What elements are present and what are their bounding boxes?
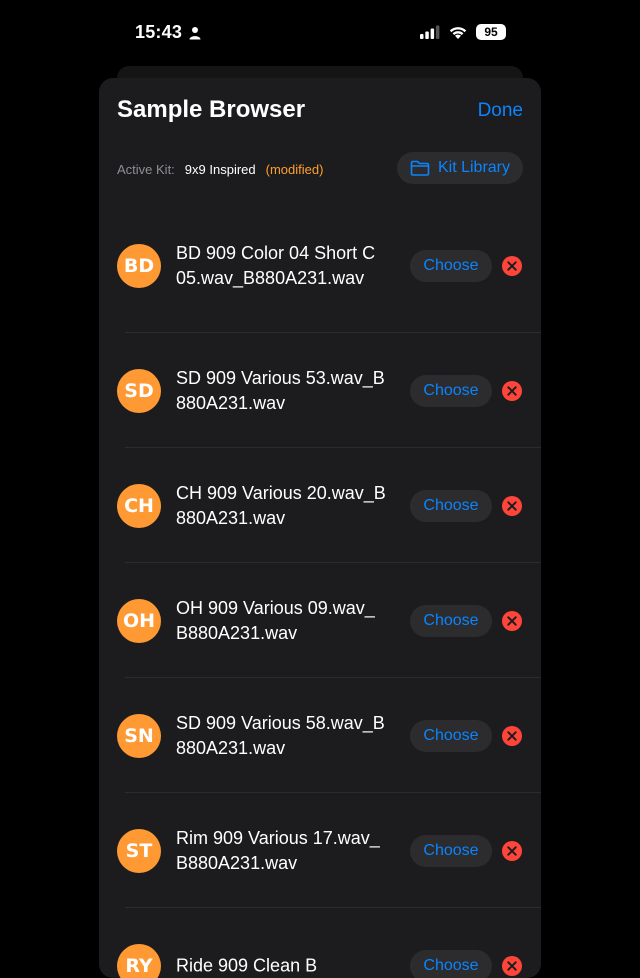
- kit-library-button[interactable]: Kit Library: [397, 152, 523, 184]
- active-kit-row: Active Kit: 9x9 Inspired (modified) Kit …: [117, 152, 523, 186]
- active-kit-name: 9x9 Inspired: [185, 162, 256, 177]
- sample-avatar: BD: [117, 244, 161, 288]
- sample-name: BD 909 Color 04 Short C 05.wav_B880A231.…: [176, 241, 386, 291]
- sample-name: Rim 909 Various 17.wav_B880A231.wav: [176, 826, 386, 876]
- person-icon: [188, 26, 202, 40]
- remove-icon[interactable]: [502, 381, 522, 401]
- choose-button[interactable]: Choose: [410, 605, 492, 637]
- choose-button[interactable]: Choose: [410, 835, 492, 867]
- choose-button[interactable]: Choose: [410, 490, 492, 522]
- remove-icon[interactable]: [502, 841, 522, 861]
- wifi-icon: [448, 25, 468, 40]
- sample-avatar: ST: [117, 829, 161, 873]
- page-title: Sample Browser: [117, 96, 305, 124]
- battery-level: 95: [484, 25, 497, 39]
- battery-indicator: 95: [476, 24, 506, 40]
- status-indicators: 95: [420, 24, 506, 40]
- active-kit-label: Active Kit:: [117, 162, 175, 177]
- modified-badge: (modified): [266, 162, 324, 177]
- sample-avatar: OH: [117, 599, 161, 643]
- list-item: BD BD 909 Color 04 Short C 05.wav_B880A2…: [99, 198, 541, 333]
- remove-icon[interactable]: [502, 956, 522, 976]
- sample-browser-sheet: Sample Browser Done Active Kit: 9x9 Insp…: [99, 78, 541, 978]
- sample-name: SD 909 Various 58.wav_B880A231.wav: [176, 711, 386, 761]
- sample-avatar: SD: [117, 369, 161, 413]
- list-item: CH CH 909 Various 20.wav_B880A231.wav Ch…: [99, 448, 541, 563]
- kit-library-label: Kit Library: [438, 159, 510, 177]
- sample-name: OH 909 Various 09.wav_B880A231.wav: [176, 596, 386, 646]
- choose-button[interactable]: Choose: [410, 720, 492, 752]
- choose-button[interactable]: Choose: [410, 250, 492, 282]
- list-item: SD SD 909 Various 53.wav_B880A231.wav Ch…: [99, 333, 541, 448]
- status-time: 15:43: [135, 22, 202, 43]
- list-item: ST Rim 909 Various 17.wav_B880A231.wav C…: [99, 793, 541, 908]
- status-bar: 15:43 95: [0, 0, 640, 66]
- list-item: SN SD 909 Various 58.wav_B880A231.wav Ch…: [99, 678, 541, 793]
- sample-name: CH 909 Various 20.wav_B880A231.wav: [176, 481, 386, 531]
- remove-icon[interactable]: [502, 256, 522, 276]
- choose-button[interactable]: Choose: [410, 375, 492, 407]
- cellular-signal-icon: [420, 25, 440, 39]
- sample-name: SD 909 Various 53.wav_B880A231.wav: [176, 366, 386, 416]
- remove-icon[interactable]: [502, 611, 522, 631]
- remove-icon[interactable]: [502, 496, 522, 516]
- sample-name: Ride 909 Clean B: [176, 953, 386, 978]
- remove-icon[interactable]: [502, 726, 522, 746]
- clock-text: 15:43: [135, 22, 182, 43]
- sample-list: BD BD 909 Color 04 Short C 05.wav_B880A2…: [99, 198, 541, 978]
- sample-avatar: SN: [117, 714, 161, 758]
- list-item: OH OH 909 Various 09.wav_B880A231.wav Ch…: [99, 563, 541, 678]
- sample-avatar: CH: [117, 484, 161, 528]
- done-button[interactable]: Done: [478, 100, 523, 122]
- sample-avatar: RY: [117, 944, 161, 978]
- choose-button[interactable]: Choose: [410, 950, 492, 978]
- list-item: RY Ride 909 Clean B Choose: [99, 908, 541, 978]
- folder-icon: [410, 160, 430, 176]
